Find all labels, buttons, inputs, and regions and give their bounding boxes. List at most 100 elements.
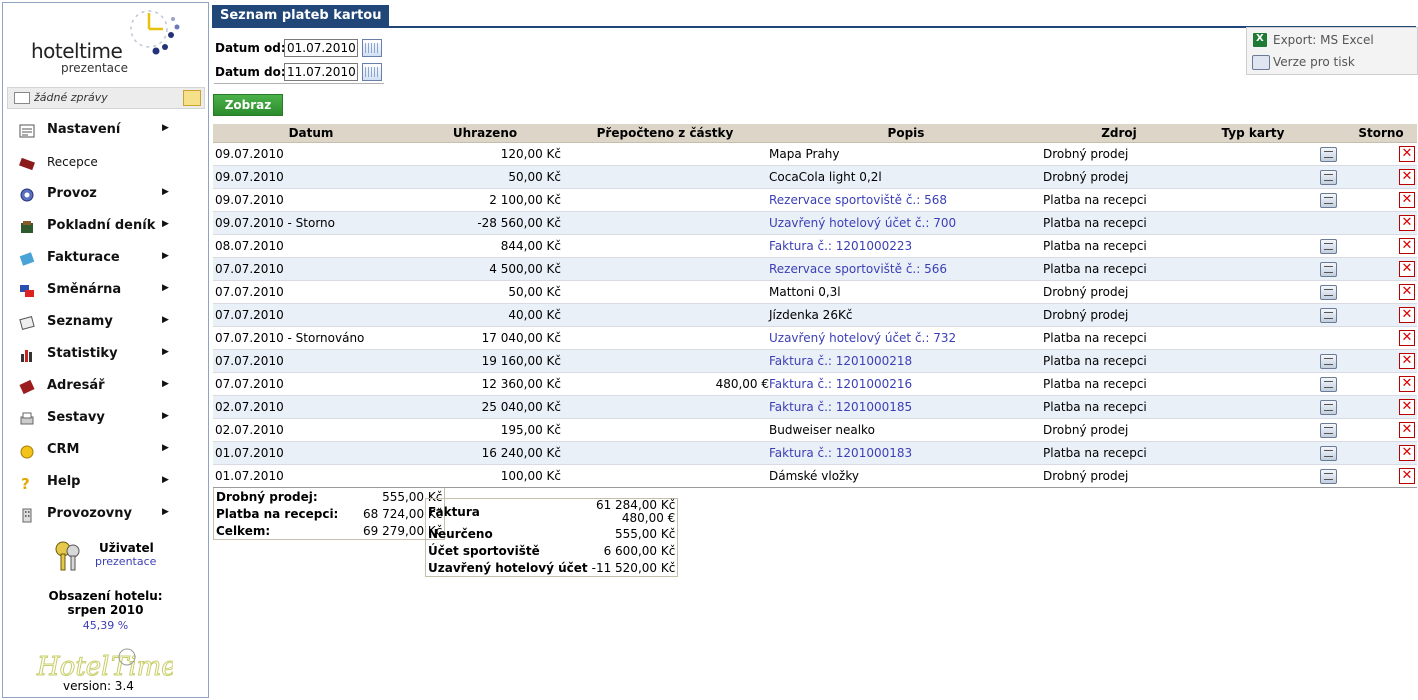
storno-icon[interactable]: ✕ [1399,468,1415,484]
printer-icon[interactable] [1319,146,1337,162]
printer-icon[interactable] [1319,445,1337,461]
printer-icon[interactable] [1319,238,1337,254]
cell-storno: ✕ [1345,349,1417,373]
occupancy-month: srpen 2010 [67,603,144,617]
printer-icon[interactable] [1319,284,1337,300]
calendar-icon[interactable] [362,63,382,81]
cell-typ-karty [1195,326,1311,350]
column-header-popis[interactable]: Popis [769,124,1043,143]
popis-text: Budweiser nealko [769,423,875,437]
printer-icon[interactable] [1319,261,1337,277]
cell-uhrazeno: 12 360,00 Kč [409,372,561,396]
column-header-zdroj[interactable]: Zdroj [1043,124,1195,143]
column-header-typ-karty[interactable]: Typ karty [1195,124,1311,143]
svg-text:Time: Time [111,652,173,682]
chevron-right-icon: ▶ [162,123,169,133]
printer-icon[interactable] [1319,399,1337,415]
export-excel-link[interactable]: Export: MS Excel [1247,29,1417,51]
menu-item-pokladni-denik[interactable]: Pokladní deník ▶ [3,211,208,243]
popis-link[interactable]: Faktura č.: 1201000216 [769,377,912,391]
menu-item-sestavy[interactable]: Sestavy ▶ [3,403,208,435]
cell-datum: 09.07.2010 - Storno [213,211,409,235]
menu-item-smenarna[interactable]: Směnárna ▶ [3,275,208,307]
storno-icon[interactable]: ✕ [1399,330,1415,346]
storno-icon[interactable]: ✕ [1399,376,1415,392]
cell-typ-karty [1195,165,1311,189]
print-version-link[interactable]: Verze pro tisk [1247,51,1417,73]
cell-popis: Rezervace sportoviště č.: 568 [769,188,1043,212]
column-header-uhrazeno[interactable]: Uhrazeno [409,124,561,143]
column-header-storno[interactable]: Storno [1345,124,1417,143]
column-header-prepocteno[interactable]: Přepočteno z částky [561,124,769,143]
title-underline [212,26,1416,28]
table-body: 09.07.2010 120,00 Kč Mapa Prahy Drobný prod… [213,142,1417,488]
printer-icon[interactable] [1319,307,1337,323]
printer-icon[interactable] [1319,422,1337,438]
storno-icon[interactable]: ✕ [1399,238,1415,254]
storno-icon[interactable]: ✕ [1399,353,1415,369]
menu-item-seznamy[interactable]: Seznamy ▶ [3,307,208,339]
main-content: Seznam plateb kartou Datum od: Datum do:… [212,0,1418,700]
menu-item-recepce[interactable]: Recepce [3,147,208,179]
popis-link[interactable]: Faktura č.: 1201000185 [769,400,912,414]
messages-bar[interactable]: žádné zprávy [7,87,205,109]
chevron-right-icon: ▶ [162,187,169,197]
menu-item-nastaveni[interactable]: Nastavení ▶ [3,115,208,147]
logo-text: hoteltime [31,39,123,63]
storno-icon[interactable]: ✕ [1399,215,1415,231]
date-to-input[interactable] [284,63,358,81]
filter-divider [214,83,384,84]
storno-icon[interactable]: ✕ [1399,445,1415,461]
cell-uhrazeno: 4 500,00 Kč [409,257,561,281]
storno-icon[interactable]: ✕ [1399,307,1415,323]
printer-icon[interactable] [1319,169,1337,185]
popis-link[interactable]: Rezervace sportoviště č.: 566 [769,262,947,276]
menu-item-statistiky[interactable]: Statistiky ▶ [3,339,208,371]
popis-link[interactable]: Faktura č.: 1201000223 [769,239,912,253]
cell-zdroj: Platba na recepci [1043,441,1195,465]
new-message-icon[interactable] [183,90,201,106]
table-row: 07.07.2010 - Stornováno 17 040,00 Kč Uzavř… [213,326,1417,350]
storno-icon[interactable]: ✕ [1399,399,1415,415]
popis-link[interactable]: Uzavřený hotelový účet č.: 732 [769,331,956,345]
occupancy-value[interactable]: 45,39 % [3,619,208,632]
table-row: 09.07.2010 50,00 Kč CocaCola light 0,2l Dro… [213,165,1417,189]
menu-item-adresar[interactable]: Adresář ▶ [3,371,208,403]
popis-link[interactable]: Faktura č.: 1201000183 [769,446,912,460]
storno-icon[interactable]: ✕ [1399,192,1415,208]
menu-item-crm[interactable]: CRM ▶ [3,435,208,467]
printer-icon[interactable] [1319,376,1337,392]
storno-icon[interactable]: ✕ [1399,284,1415,300]
printer-icon[interactable] [1319,353,1337,369]
cell-prepocteno [561,303,769,327]
menu-item-help[interactable]: ? Help ▶ [3,467,208,499]
cashbook-icon [21,221,33,233]
printer-icon[interactable] [1319,468,1337,484]
storno-icon[interactable]: ✕ [1399,146,1415,162]
popis-link[interactable]: Faktura č.: 1201000218 [769,354,912,368]
storno-icon[interactable]: ✕ [1399,169,1415,185]
cell-storno: ✕ [1345,142,1417,166]
envelope-icon [14,92,30,104]
printer-icon[interactable] [1319,192,1337,208]
user-name-link[interactable]: prezentace [95,555,156,568]
menu-item-fakturace[interactable]: Fakturace ▶ [3,243,208,275]
column-header-datum[interactable]: Datum [213,124,409,143]
storno-icon[interactable]: ✕ [1399,422,1415,438]
popis-text: CocaCola light 0,2l [769,170,882,184]
summary-label: Drobný prodej: [216,489,318,504]
date-from-input[interactable] [284,39,358,57]
show-button[interactable]: Zobraz [213,94,283,116]
calendar-icon[interactable] [362,39,382,57]
menu-label: Statistiky [47,346,118,361]
menu-item-provoz[interactable]: Provoz ▶ [3,179,208,211]
menu-item-provozovny[interactable]: Provozovny ▶ [3,499,208,531]
menu-label: Adresář [47,378,105,393]
storno-icon[interactable]: ✕ [1399,261,1415,277]
cell-prepocteno [561,326,769,350]
cell-storno: ✕ [1345,395,1417,419]
popis-link[interactable]: Rezervace sportoviště č.: 568 [769,193,947,207]
popis-text: Mattoni 0,3l [769,285,841,299]
popis-link[interactable]: Uzavřený hotelový účet č.: 700 [769,216,956,230]
summary-label: Účet sportoviště [428,543,540,558]
